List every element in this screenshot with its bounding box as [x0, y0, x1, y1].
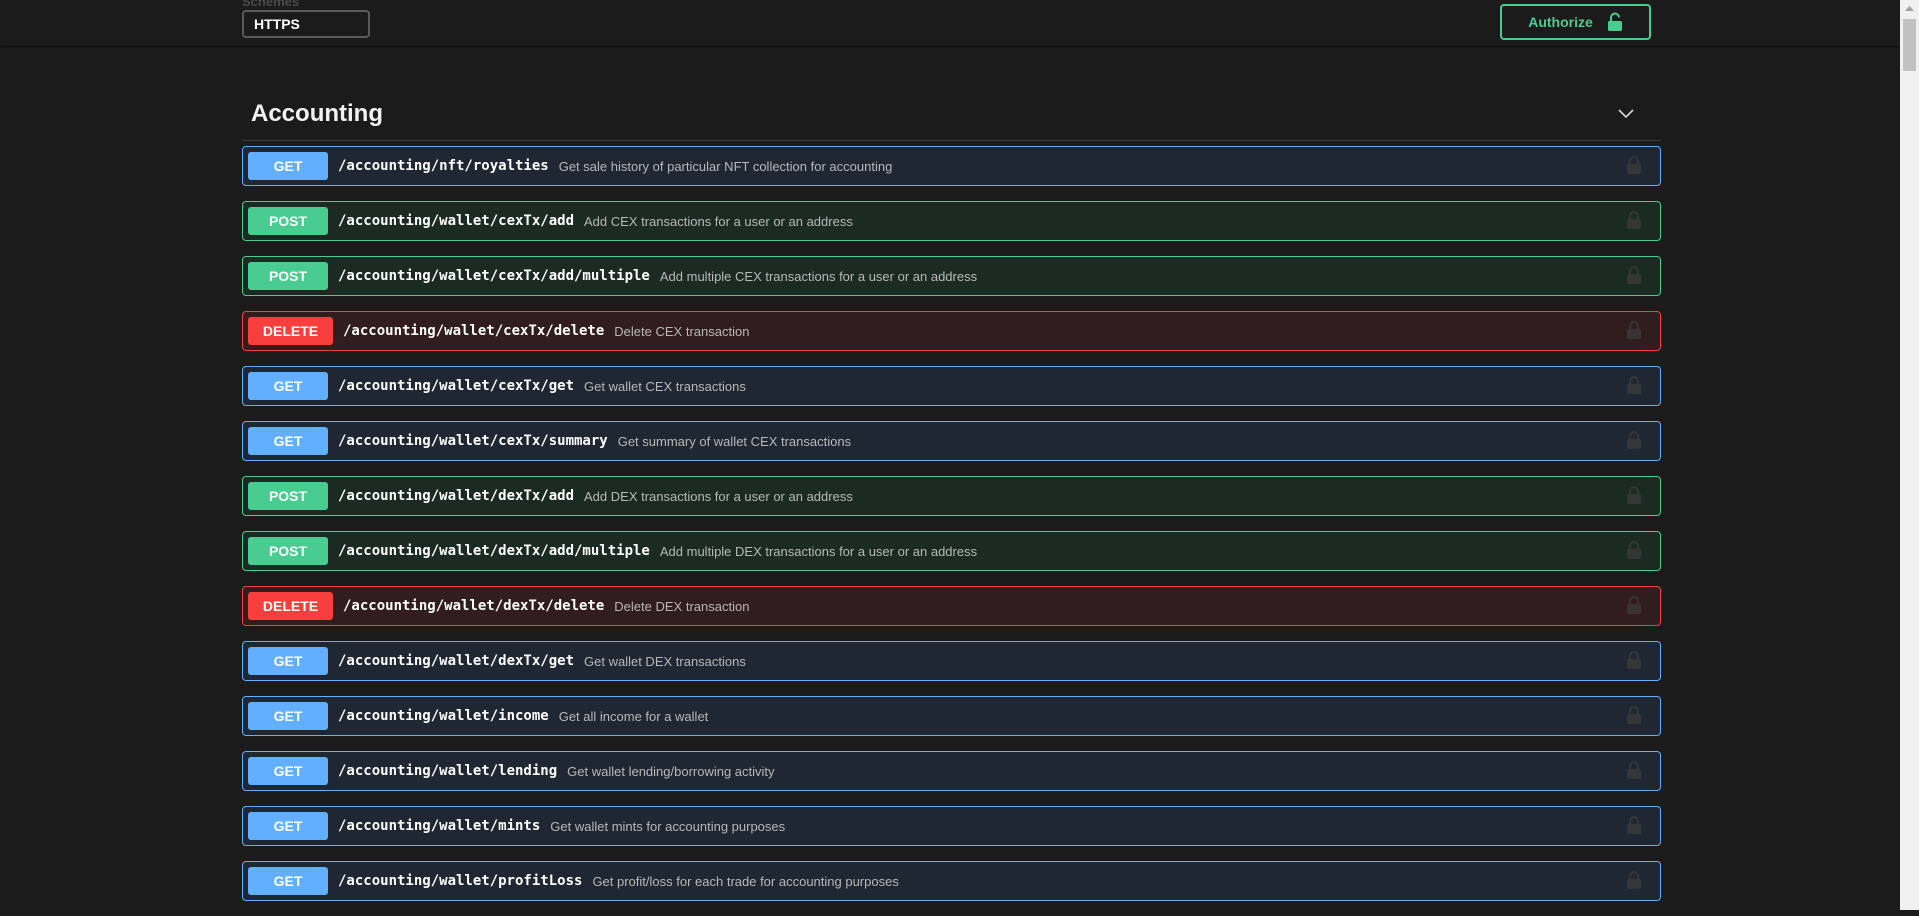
method-badge: GET [248, 757, 328, 785]
lock-icon[interactable] [1626, 595, 1642, 615]
authorize-button[interactable]: Authorize [1500, 4, 1651, 40]
unlock-icon [1607, 12, 1622, 31]
operation-path: /accounting/wallet/cexTx/get [338, 378, 575, 394]
lock-icon[interactable] [1626, 650, 1642, 670]
method-badge: POST [248, 482, 328, 510]
operation-summary: Add multiple CEX transactions for a user… [659, 268, 978, 284]
operation-summary: Get wallet mints for accounting purposes [550, 818, 786, 834]
operation-summary: Get all income for a wallet [558, 708, 709, 724]
operation-path: /accounting/wallet/dexTx/add/multiple [338, 543, 650, 559]
lock-icon[interactable] [1626, 210, 1642, 230]
operation-path: /accounting/wallet/dexTx/delete [343, 598, 605, 614]
method-badge: POST [248, 262, 328, 290]
operation-row[interactable]: POST/accounting/wallet/dexTx/add/multipl… [242, 531, 1661, 571]
section-title[interactable]: Accounting [251, 100, 383, 128]
operation-row[interactable]: GET/accounting/wallet/dexTx/get Get walle… [242, 641, 1661, 681]
operation-row[interactable]: POST/accounting/wallet/dexTx/add Add DEX … [242, 476, 1661, 516]
method-badge: DELETE [248, 317, 333, 345]
operation-summary: Get wallet lending/borrowing activity [567, 763, 775, 779]
operations-list: GET/accounting/nft/royalties Get sale his… [242, 146, 1661, 916]
operation-path: /accounting/wallet/cexTx/add/multiple [338, 268, 650, 284]
method-badge: GET [248, 702, 328, 730]
operation-summary: Get summary of wallet CEX transactions [617, 433, 852, 449]
operation-summary: Get wallet CEX transactions [584, 378, 746, 394]
method-badge: POST [248, 537, 328, 565]
scroll-up-arrow-icon[interactable] [1900, 0, 1919, 17]
operation-path: /accounting/wallet/mints [338, 818, 541, 834]
lock-icon[interactable] [1626, 320, 1642, 340]
scrollbar-thumb[interactable] [1903, 19, 1916, 71]
section-divider [242, 140, 1661, 141]
lock-icon[interactable] [1626, 705, 1642, 725]
operation-row[interactable]: POST/accounting/wallet/cexTx/add Add CEX … [242, 201, 1661, 241]
operation-row[interactable]: GET/accounting/wallet/cexTx/get Get walle… [242, 366, 1661, 406]
operation-path: /accounting/wallet/cexTx/add [338, 213, 575, 229]
method-badge: POST [248, 207, 328, 235]
lock-icon[interactable] [1626, 760, 1642, 780]
operation-row[interactable]: GET/accounting/wallet/income Get all inco… [242, 696, 1661, 736]
operation-row[interactable]: GET/accounting/wallet/profitLoss Get prof… [242, 861, 1661, 901]
lock-icon[interactable] [1626, 870, 1642, 890]
lock-icon[interactable] [1626, 540, 1642, 560]
operation-path: /accounting/wallet/profitLoss [338, 873, 583, 889]
lock-icon[interactable] [1626, 375, 1642, 395]
method-badge: GET [248, 647, 328, 675]
scrollbar[interactable] [1900, 0, 1919, 910]
operation-row[interactable]: GET/accounting/wallet/lending Get wallet … [242, 751, 1661, 791]
lock-icon[interactable] [1626, 155, 1642, 175]
chevron-down-icon[interactable] [1616, 103, 1636, 123]
method-badge: GET [248, 152, 328, 180]
scheme-select[interactable]: HTTPS [242, 10, 370, 38]
operation-summary: Get wallet DEX transactions [584, 653, 746, 669]
operation-row[interactable]: DELETE/accounting/wallet/cexTx/delete Del… [242, 311, 1661, 351]
operation-path: /accounting/wallet/cexTx/delete [343, 323, 605, 339]
method-badge: GET [248, 427, 328, 455]
operation-summary: Add multiple DEX transactions for a user… [659, 543, 978, 559]
operation-row[interactable]: DELETE/accounting/wallet/dexTx/delete Del… [242, 586, 1661, 626]
schemes-label: Schemes [242, 0, 300, 9]
operation-summary: Add DEX transactions for a user or an ad… [584, 488, 853, 504]
operation-summary: Delete CEX transaction [614, 323, 750, 339]
operation-summary: Add CEX transactions for a user or an ad… [584, 213, 853, 229]
lock-icon[interactable] [1626, 265, 1642, 285]
authorize-label: Authorize [1528, 14, 1593, 30]
operation-path: /accounting/wallet/lending [338, 763, 558, 779]
lock-icon[interactable] [1626, 485, 1642, 505]
operation-summary: Get profit/loss for each trade for accou… [592, 873, 899, 889]
operation-summary: Delete DEX transaction [614, 598, 750, 614]
swagger-page: Schemes HTTPS Authorize Accounting GET/a… [0, 0, 1919, 910]
operation-path: /accounting/wallet/dexTx/get [338, 653, 575, 669]
operation-path: /accounting/wallet/cexTx/summary [338, 433, 608, 449]
scheme-container: Schemes HTTPS Authorize [0, 0, 1900, 46]
method-badge: GET [248, 812, 328, 840]
operation-path: /accounting/wallet/dexTx/add [338, 488, 575, 504]
operation-row[interactable]: GET/accounting/nft/royalties Get sale his… [242, 146, 1661, 186]
operation-row[interactable]: POST/accounting/wallet/cexTx/add/multipl… [242, 256, 1661, 296]
method-badge: GET [248, 867, 328, 895]
operation-path: /accounting/wallet/income [338, 708, 549, 724]
lock-icon[interactable] [1626, 815, 1642, 835]
lock-icon[interactable] [1626, 430, 1642, 450]
method-badge: DELETE [248, 592, 333, 620]
operation-summary: Get sale history of particular NFT colle… [558, 158, 893, 174]
operation-row[interactable]: GET/accounting/wallet/cexTx/summary Get s… [242, 421, 1661, 461]
operation-row[interactable]: GET/accounting/wallet/mints Get wallet mi… [242, 806, 1661, 846]
method-badge: GET [248, 372, 328, 400]
operation-path: /accounting/nft/royalties [338, 158, 549, 174]
